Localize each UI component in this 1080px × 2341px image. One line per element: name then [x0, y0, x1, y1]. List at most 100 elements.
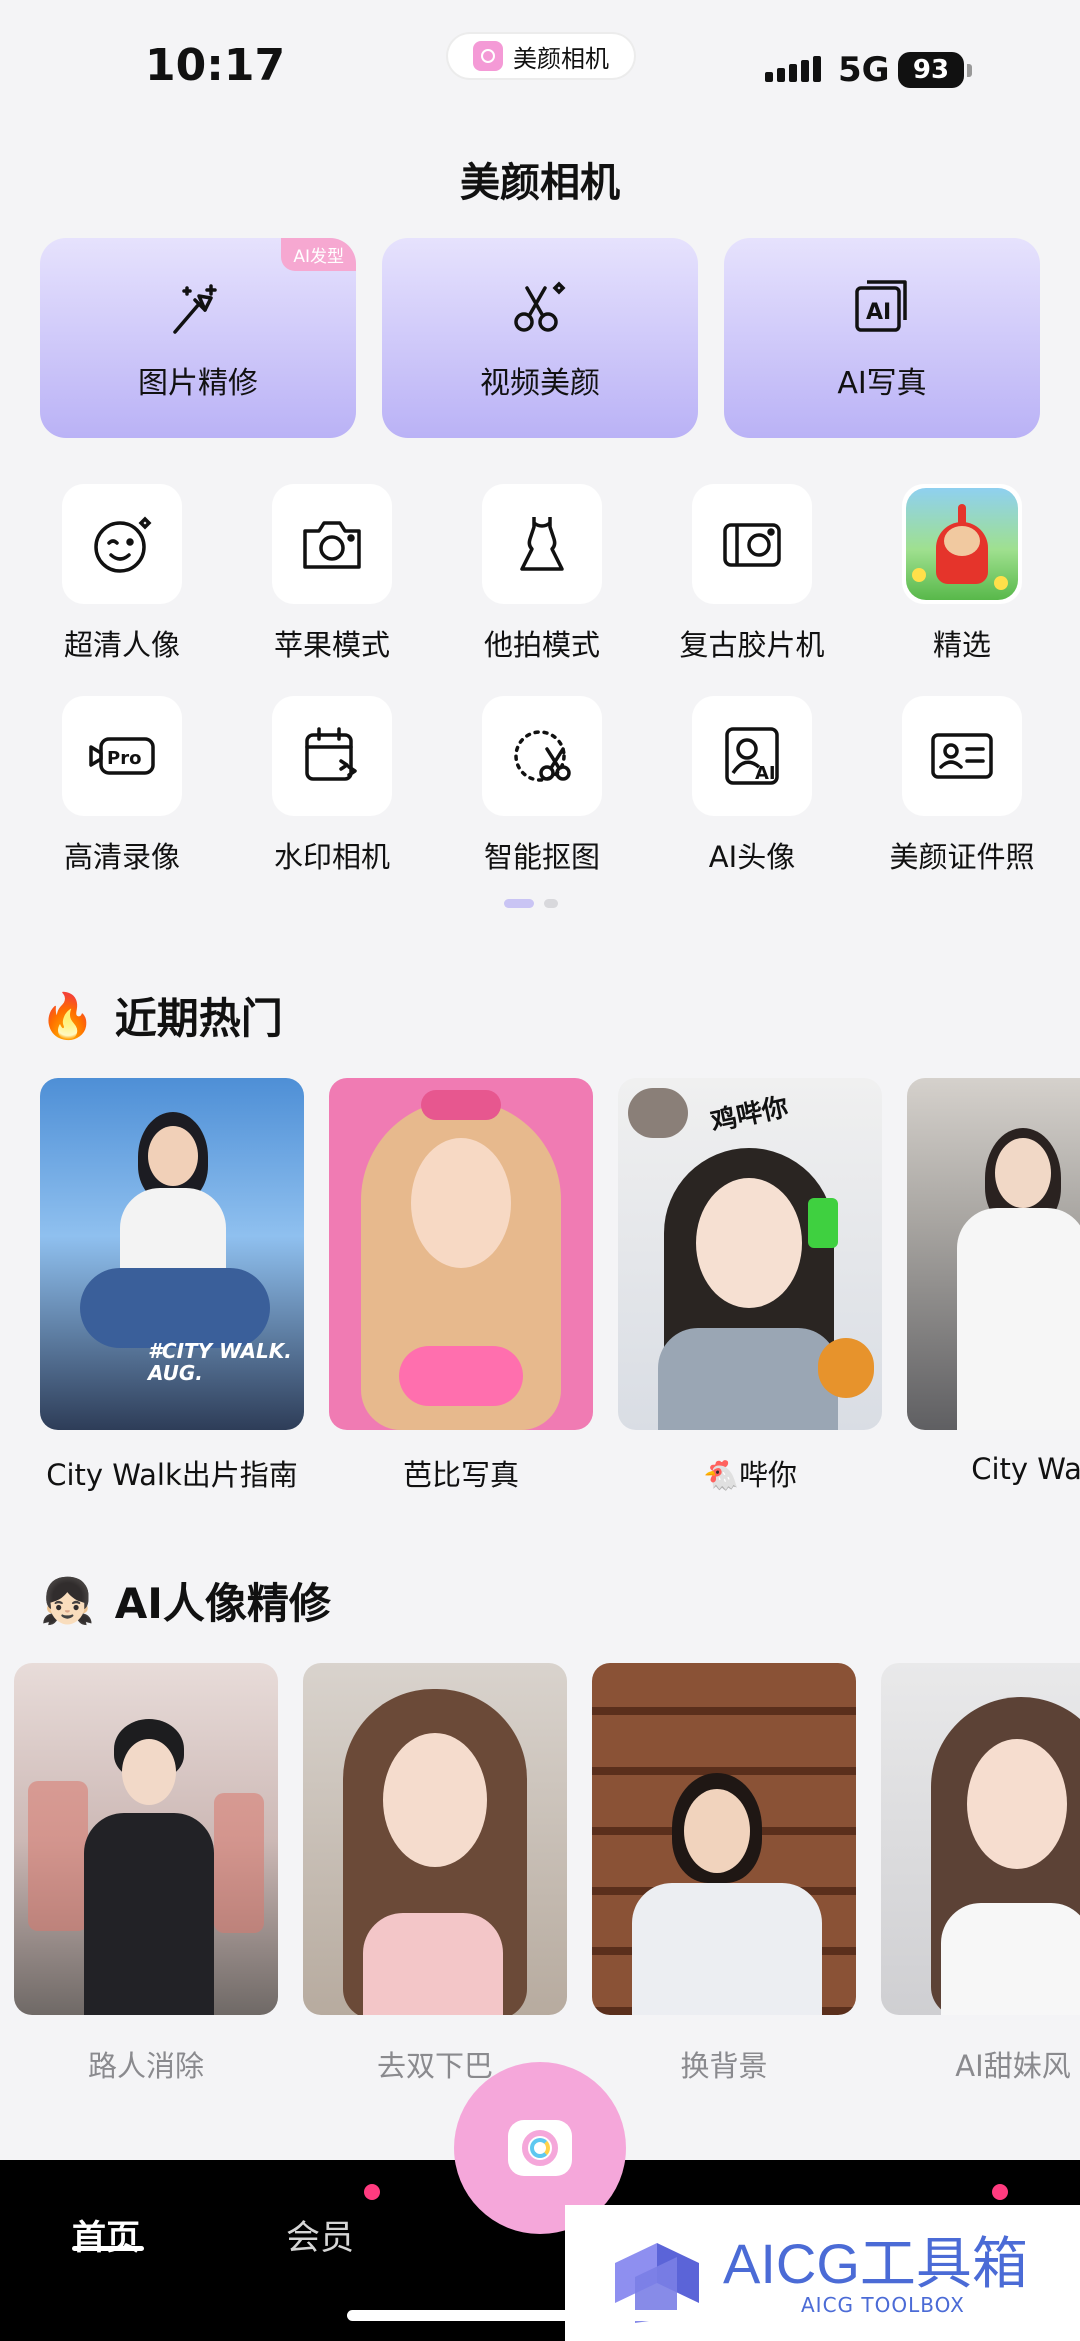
- svg-text:AI: AI: [755, 763, 776, 784]
- status-bar: 10:17 美颜相机 5G 93: [0, 0, 1080, 140]
- magic-wand-icon: [173, 284, 217, 334]
- status-time: 10:17: [145, 40, 286, 91]
- tools-row-1: 超清人像 苹果模式 他拍模式 复古胶片机 精选: [22, 484, 1062, 664]
- network-type: 5G: [838, 50, 890, 90]
- tool-hd-video[interactable]: Pro 高清录像: [22, 696, 222, 876]
- ai-item-change-bg[interactable]: 换背景: [592, 1663, 856, 2083]
- ai-item-label: 换背景: [680, 2049, 768, 2083]
- hot-item-chicken[interactable]: 鸡哔你 🐔哔你: [618, 1078, 882, 1494]
- tool-label: 水印相机: [273, 840, 390, 874]
- member-notification-dot: [364, 2184, 380, 2200]
- ai-portrait-card[interactable]: AI AI写真: [724, 238, 1040, 438]
- hot-item-label: 芭比写真: [402, 1458, 519, 1492]
- app-indicator-pill[interactable]: 美颜相机: [448, 34, 634, 78]
- ai-item-double-chin[interactable]: 去双下巴: [303, 1663, 567, 2083]
- page-dot-active: [504, 899, 534, 908]
- hot-item-city-walk-2[interactable]: City Walk: [907, 1078, 1080, 1486]
- tool-label: AI头像: [708, 840, 796, 874]
- video-beauty-card[interactable]: 视频美颜: [382, 238, 698, 438]
- change-bg-image: [592, 1663, 856, 2015]
- page-dot: [544, 899, 558, 908]
- camera-app-icon: [473, 41, 503, 71]
- tool-label: 复古胶片机: [679, 628, 825, 662]
- camera-icon: [303, 521, 361, 569]
- svg-text:Pro: Pro: [107, 748, 141, 769]
- sweet-style-image: [881, 1663, 1080, 2015]
- ai-portrait-label: AI写真: [837, 366, 927, 401]
- photo-retouch-label: 图片精修: [138, 366, 258, 401]
- tool-id-photo[interactable]: 美颜证件照: [862, 696, 1062, 876]
- tool-others-shoot[interactable]: 他拍模式: [442, 484, 642, 664]
- nav-active-indicator: [72, 2246, 144, 2251]
- ai-row: 路人消除 去双下巴 换背景 AI甜妹风: [0, 1663, 1080, 2083]
- tool-apple-mode[interactable]: 苹果模式: [232, 484, 432, 664]
- hot-item-barbie[interactable]: 芭比写真: [329, 1078, 593, 1494]
- signal-icon: [765, 56, 821, 82]
- teletubby-thumbnail: [906, 488, 1018, 600]
- girl-icon: 👧🏻: [40, 1575, 95, 1627]
- ai-section-title: 👧🏻 AI人像精修: [40, 1570, 331, 1631]
- tool-watermark-camera[interactable]: 水印相机: [232, 696, 432, 876]
- svg-text:AI: AI: [866, 300, 891, 325]
- ai-item-passerby-removal[interactable]: 路人消除: [14, 1663, 278, 2083]
- tool-label: 苹果模式: [273, 628, 390, 662]
- city-walk-overlay: #CITY WALK. AUG.: [148, 1339, 292, 1385]
- tool-label: 超清人像: [63, 628, 180, 662]
- ai-section-label: AI人像精修: [114, 1579, 331, 1628]
- ai-hairstyle-badge: AI发型: [281, 238, 356, 271]
- page-title: 美颜相机: [460, 160, 620, 206]
- battery-tip: [967, 64, 972, 77]
- nav-home[interactable]: 首页: [72, 2210, 140, 2259]
- hot-item-city-walk[interactable]: #CITY WALK. AUG. City Walk出片指南: [40, 1078, 304, 1494]
- ai-item-label: AI甜妹风: [955, 2049, 1071, 2083]
- tool-ai-avatar[interactable]: AI AI头像: [652, 696, 852, 876]
- wink-face-icon: [94, 516, 152, 573]
- battery-icon: 93: [898, 52, 964, 88]
- photo-retouch-card[interactable]: AI发型 图片精修: [40, 238, 356, 438]
- app-indicator-label: 美颜相机: [513, 44, 609, 73]
- hot-item-label: City Walk出片指南: [46, 1458, 298, 1492]
- tool-hd-portrait[interactable]: 超清人像: [22, 484, 222, 664]
- pro-video-icon: Pro: [89, 737, 155, 775]
- watermark-subtitle: AICG TOOLBOX: [801, 2293, 965, 2317]
- camera-icon: [508, 2120, 572, 2176]
- tool-retro-film[interactable]: 复古胶片机: [652, 484, 852, 664]
- hot-row: #CITY WALK. AUG. City Walk出片指南 芭比写真 鸡哔你 …: [0, 1078, 1080, 1498]
- city-walk-2-image: [907, 1078, 1080, 1430]
- tool-label: 高清录像: [63, 840, 180, 874]
- hot-section-label: 近期热门: [114, 994, 283, 1043]
- scissors-icon: [514, 281, 566, 332]
- hot-item-label: 🐔哔你: [702, 1458, 798, 1492]
- tool-label: 他拍模式: [483, 628, 600, 662]
- calendar-icon: [305, 727, 357, 781]
- chicken-overlay: 鸡哔你: [708, 1092, 791, 1138]
- tool-label: 美颜证件照: [889, 840, 1035, 874]
- tool-label: 智能抠图: [483, 840, 600, 874]
- barbie-image: [329, 1078, 593, 1430]
- nav-member[interactable]: 会员: [286, 2210, 354, 2259]
- me-notification-dot: [992, 2184, 1008, 2200]
- film-camera-icon: [723, 523, 781, 567]
- hot-section-title: 🔥 近期热门: [40, 985, 283, 1046]
- home-indicator[interactable]: [347, 2310, 733, 2321]
- watermark-title: AICG工具箱: [723, 2232, 1028, 2295]
- tool-featured[interactable]: 精选: [862, 484, 1062, 664]
- dress-icon: [520, 517, 564, 571]
- video-beauty-label: 视频美颜: [480, 366, 600, 401]
- page-indicator: [504, 899, 558, 908]
- feature-cards: AI发型 图片精修 视频美颜 AI AI写真: [40, 238, 1040, 438]
- fire-icon: 🔥: [40, 990, 95, 1042]
- passerby-removal-image: [14, 1663, 278, 2015]
- tool-smart-cutout[interactable]: 智能抠图: [442, 696, 642, 876]
- id-card-icon: [931, 733, 993, 779]
- double-chin-image: [303, 1663, 567, 2015]
- ai-photo-icon: AI: [855, 280, 907, 332]
- ai-item-sweet-style[interactable]: AI甜妹风: [881, 1663, 1080, 2083]
- city-walk-image: #CITY WALK. AUG.: [40, 1078, 304, 1430]
- tools-row-2: Pro 高清录像 水印相机 智能抠图 AI AI头像 美颜证件照: [22, 696, 1062, 876]
- chicken-image: 鸡哔你: [618, 1078, 882, 1430]
- cutout-icon: [514, 730, 571, 782]
- hot-item-label: City Walk: [971, 1452, 1080, 1486]
- ai-item-label: 路人消除: [87, 2049, 204, 2083]
- tool-label: 精选: [932, 628, 991, 662]
